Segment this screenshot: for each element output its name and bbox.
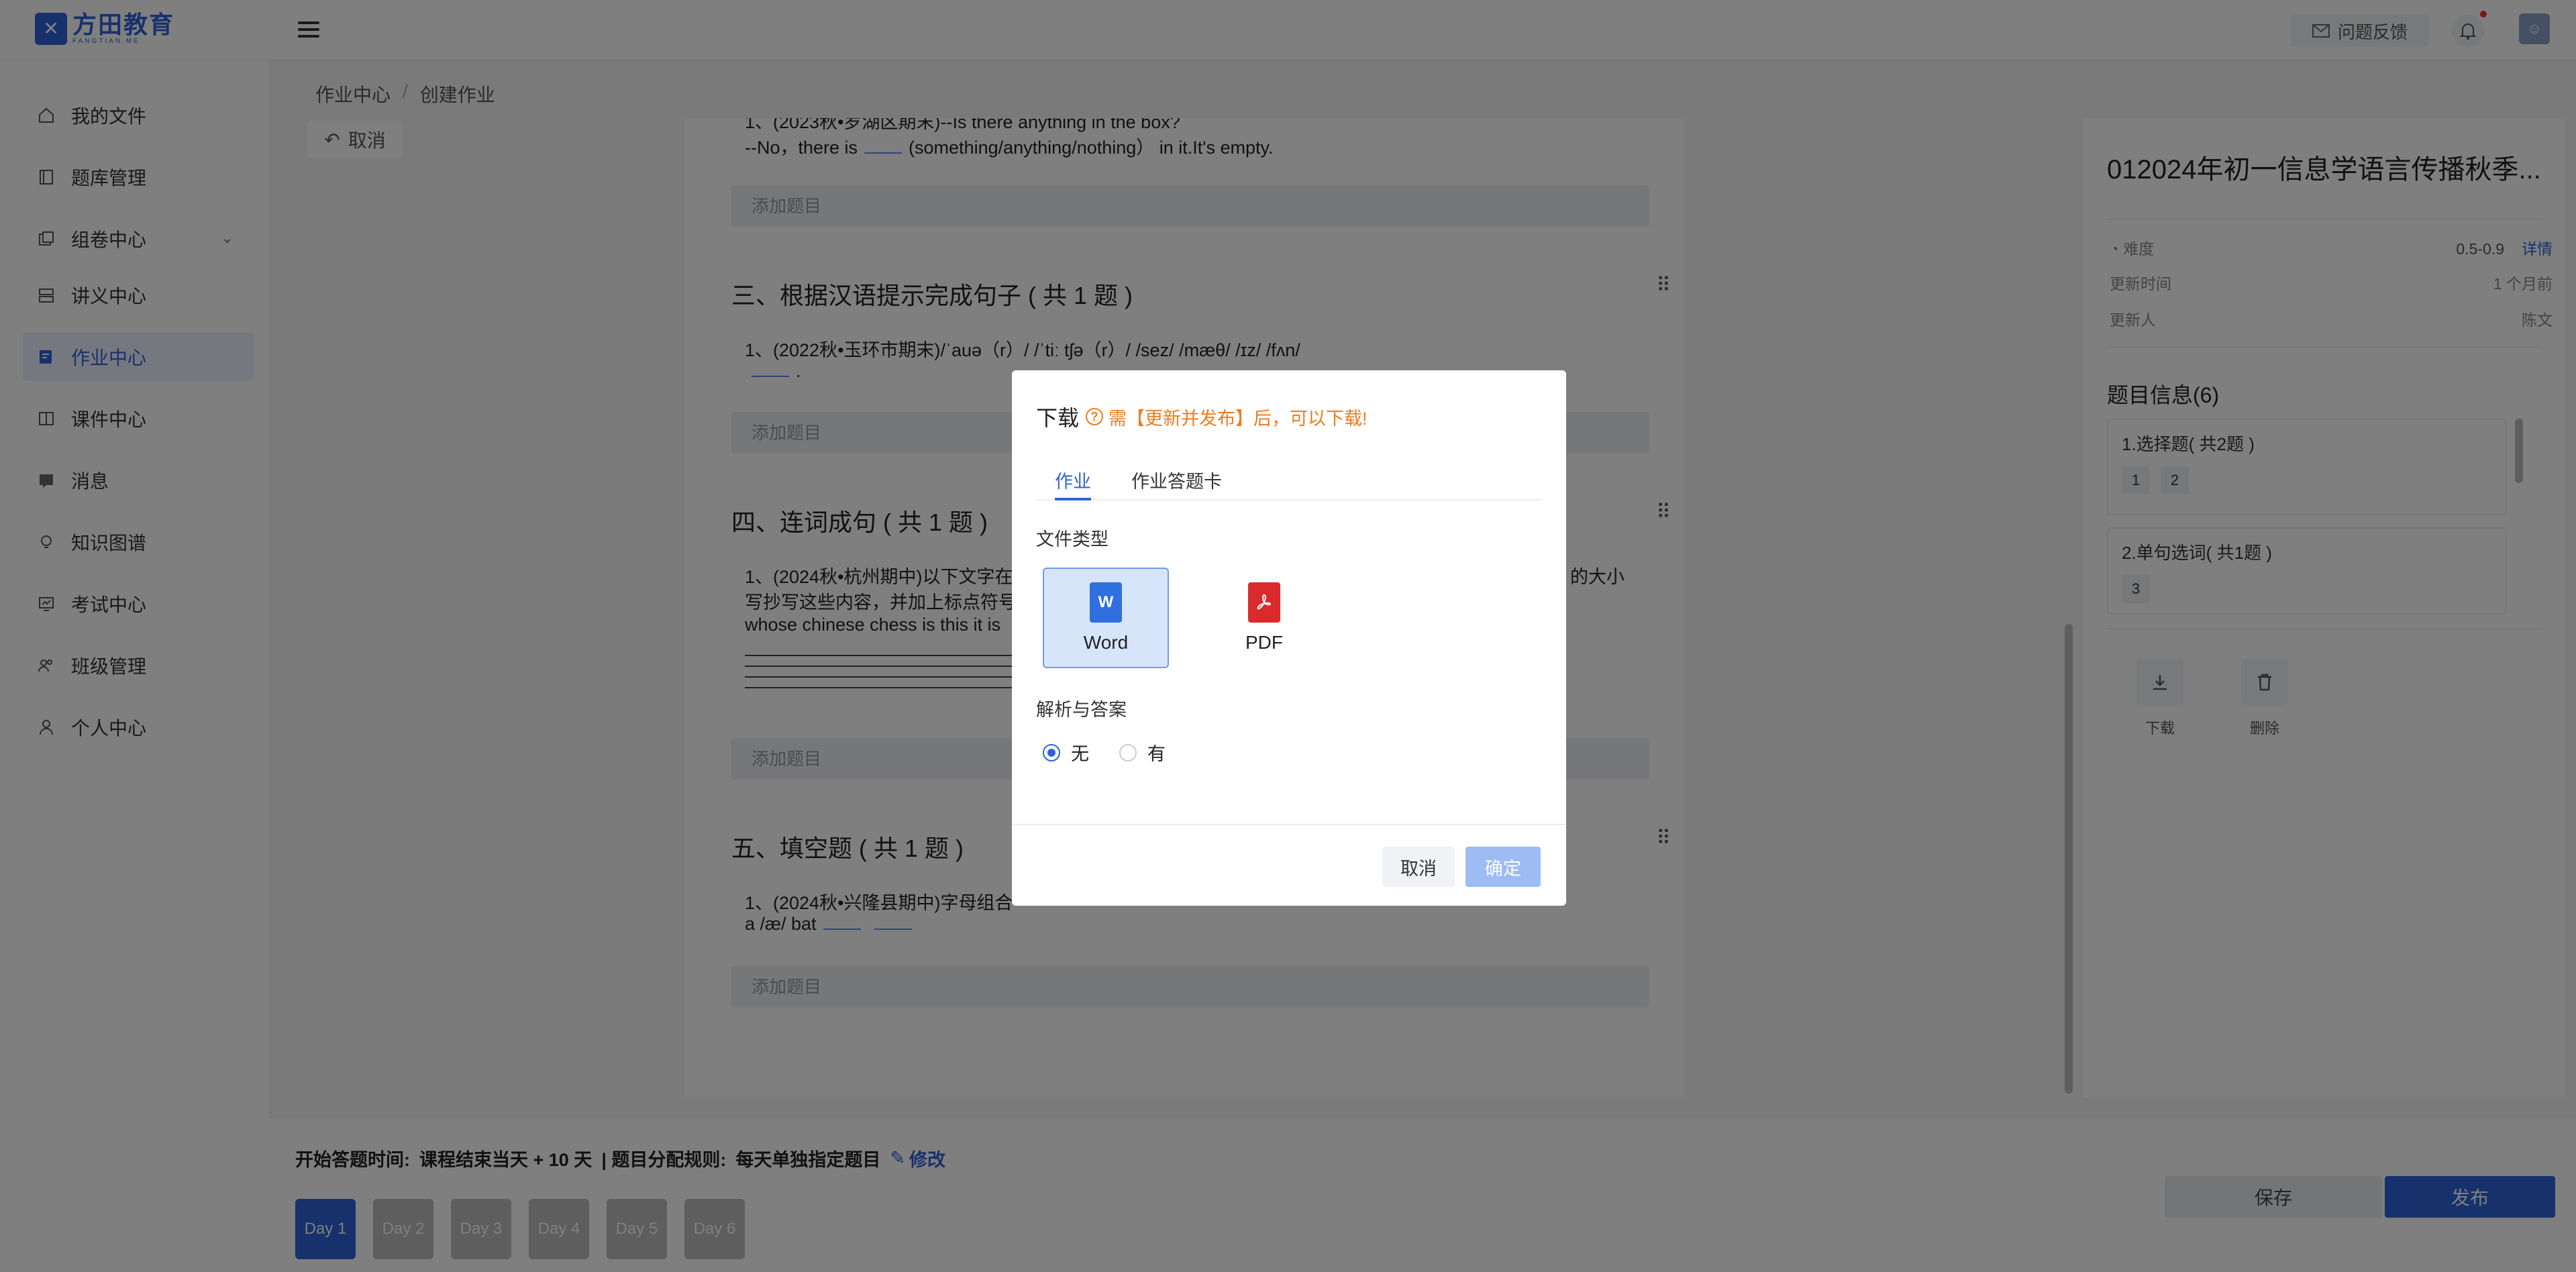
dialog-footer-divider [1012,824,1566,825]
file-type-word[interactable]: W Word [1043,568,1169,668]
radio-label: 无 [1071,744,1089,764]
warning-text: 需【更新并发布】后，可以下载! [1109,408,1368,429]
radio-dot[interactable] [1119,743,1137,761]
file-type-label-word: Word [1083,632,1129,653]
file-type-label-pdf: PDF [1245,632,1283,653]
radio-with-answer[interactable]: 有 [1119,739,1166,765]
file-type-label: 文件类型 [1036,529,1109,549]
file-type-pdf[interactable]: PDF [1201,568,1327,668]
dialog-header: 下载 ? 需【更新并发布】后，可以下载! [1036,401,1368,432]
dialog-title: 下载 [1036,406,1080,430]
pdf-file-icon [1248,582,1280,623]
answer-label: 解析与答案 [1036,700,1127,720]
tab-homework[interactable]: 作业 [1055,467,1091,500]
dialog-tabs: 作业 作业答题卡 [1036,462,1542,500]
radio-no-answer[interactable]: 无 [1043,739,1089,765]
publish-warning: ? 需【更新并发布】后，可以下载! [1086,404,1368,430]
question-circle-icon: ? [1086,408,1104,425]
tab-answer-sheet[interactable]: 作业答题卡 [1131,467,1222,500]
word-file-icon: W [1090,582,1122,623]
cancel-button[interactable]: 取消 [1382,847,1455,887]
confirm-button[interactable]: 确定 [1465,847,1541,887]
download-dialog: 下载 ? 需【更新并发布】后，可以下载! 作业 作业答题卡 文件类型 W Wor… [1012,370,1566,906]
radio-label: 有 [1147,744,1166,764]
radio-dot[interactable] [1043,743,1060,761]
